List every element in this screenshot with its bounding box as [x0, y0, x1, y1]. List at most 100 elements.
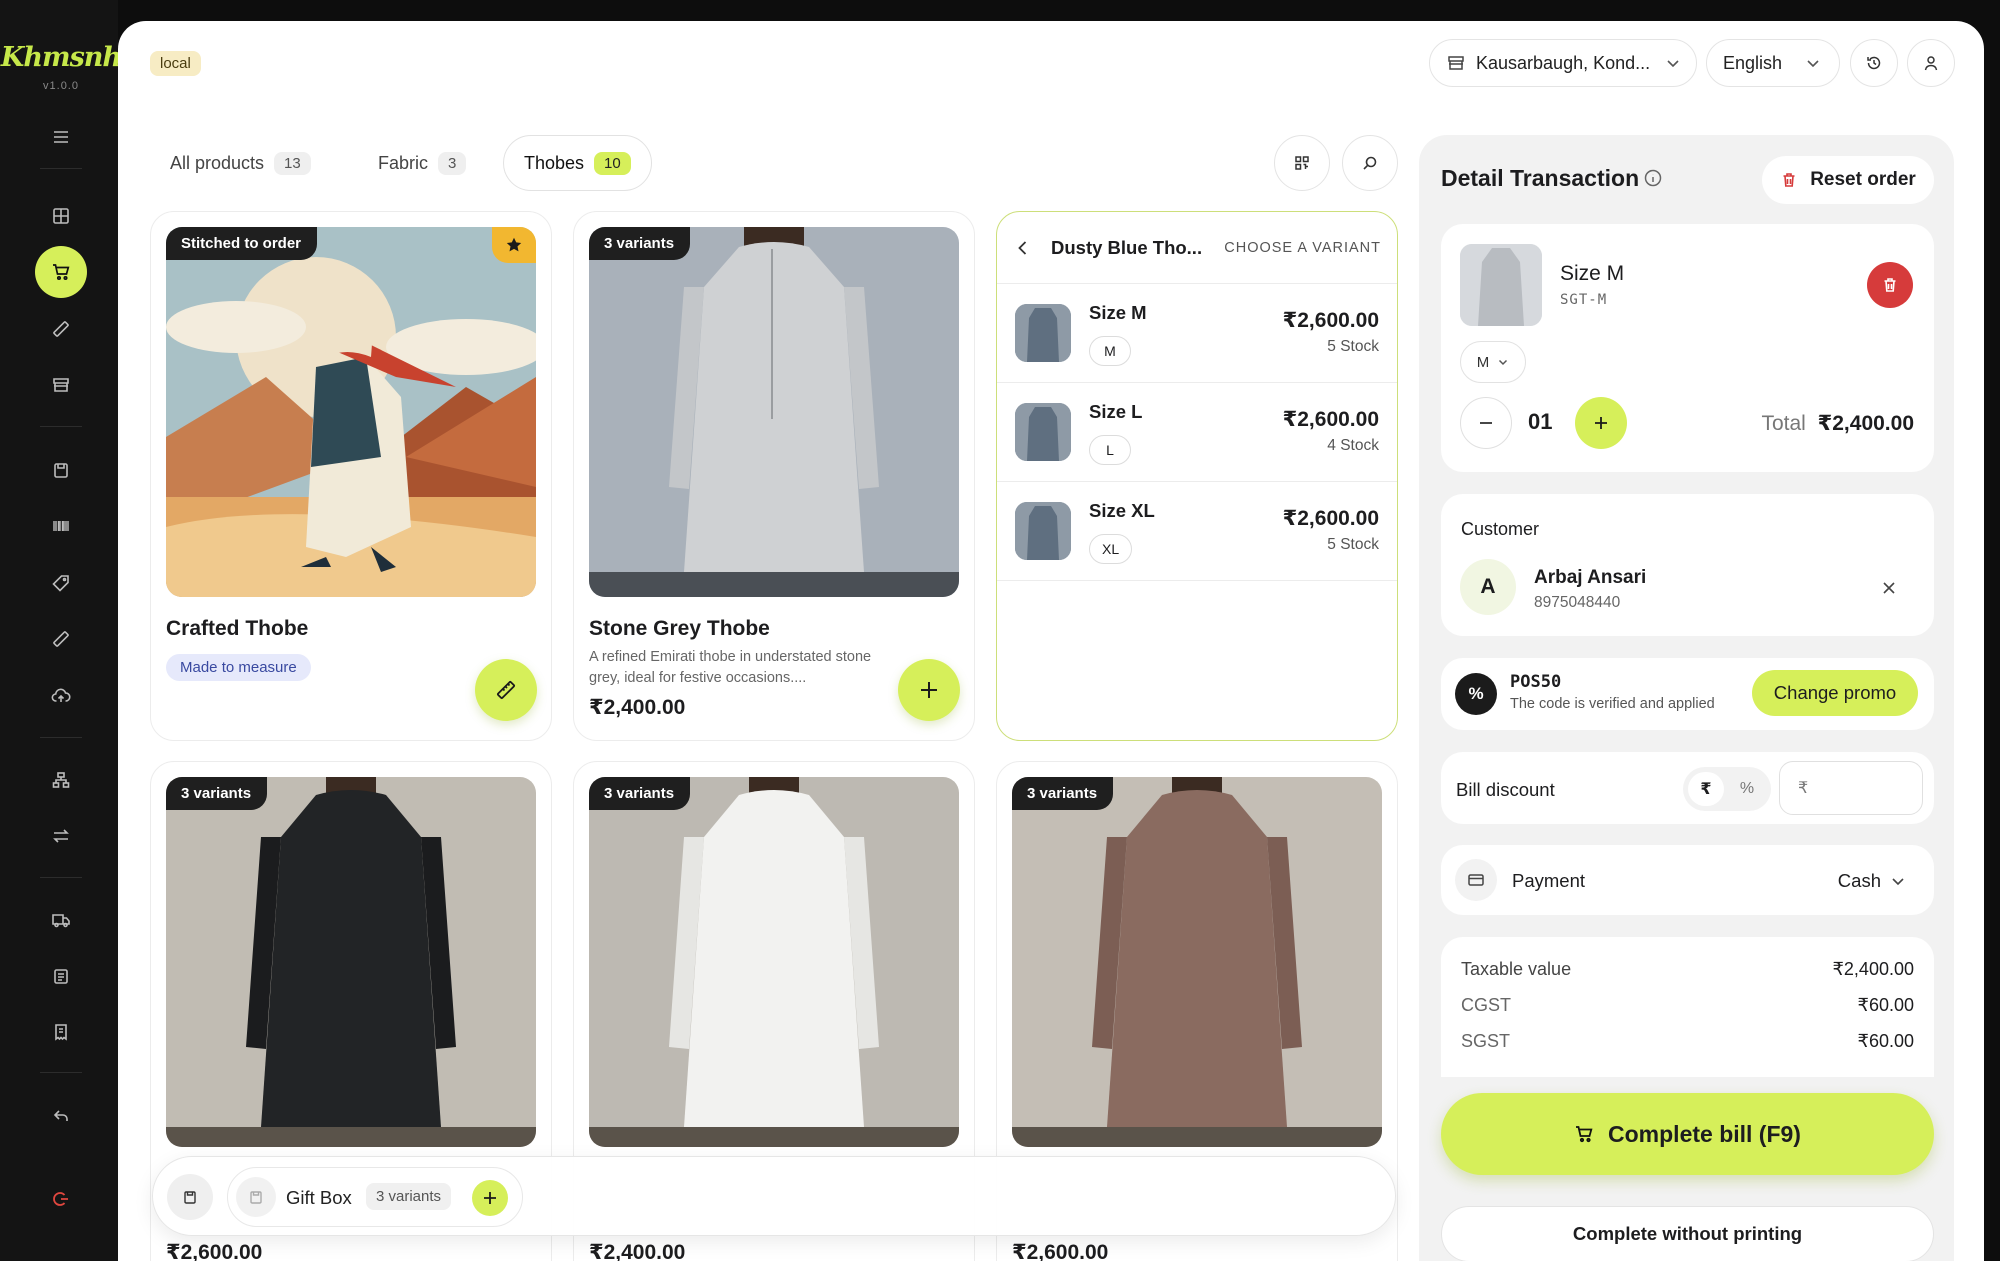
quick-item-name: Gift Box [286, 1187, 352, 1208]
variant-thumbnail [1015, 403, 1071, 461]
variant-size-chip: L [1089, 435, 1131, 465]
package-icon[interactable] [35, 444, 87, 496]
variant-thumbnail [1015, 304, 1071, 362]
main-panel: local Kausarbaugh, Kond... English All p… [118, 21, 1984, 1261]
quick-item-variants: 3 variants [366, 1183, 452, 1210]
variant-row-xl[interactable]: Size XL XL ₹2,600.00 5 Stock [997, 482, 1397, 581]
quantity-value[interactable]: 01 [1528, 409, 1552, 435]
discount-type-currency[interactable]: ₹ [1688, 772, 1724, 806]
discount-type-percent[interactable]: % [1729, 772, 1765, 806]
language-selector[interactable]: English [1706, 39, 1840, 87]
location-selector[interactable]: Kausarbaugh, Kond... [1429, 39, 1697, 87]
product-price: ₹2,600.00 [166, 1241, 263, 1261]
tab-count: 3 [438, 151, 467, 175]
payment-method-select[interactable]: Cash [1838, 870, 1907, 892]
promo-card: % POS50 The code is verified and applied… [1441, 658, 1934, 730]
add-to-cart-button[interactable] [898, 659, 960, 721]
quick-item-gift-box[interactable]: Gift Box 3 variants [227, 1167, 523, 1227]
change-promo-button[interactable]: Change promo [1752, 670, 1918, 716]
made-to-measure-badge: Made to measure [166, 654, 311, 681]
transaction-title: Detail Transaction [1441, 165, 1640, 191]
product-tag: Stitched to order [166, 227, 318, 260]
hierarchy-icon[interactable] [35, 754, 87, 806]
app-logo: Khmsnh [0, 42, 122, 73]
quantity-increase-button[interactable] [1575, 397, 1627, 449]
receipt-icon[interactable] [35, 1006, 87, 1058]
package-icon[interactable] [167, 1174, 213, 1220]
sidebar: Khmsnh v1.0.0 [0, 0, 122, 1261]
reset-order-button[interactable]: Reset order [1762, 156, 1934, 204]
plus-icon [921, 682, 937, 698]
line-item-sku: SGT-M [1560, 292, 1608, 308]
close-icon[interactable] [1880, 579, 1898, 597]
qr-code-icon [1295, 156, 1309, 170]
tab-all-products[interactable]: All products 13 [170, 135, 311, 191]
size-select[interactable]: M [1460, 341, 1526, 383]
store-icon [1448, 56, 1464, 70]
history-button[interactable] [1850, 39, 1898, 87]
bill-discount-input[interactable]: ₹ [1779, 761, 1923, 815]
measure-button[interactable] [475, 659, 537, 721]
clipboard-icon[interactable] [35, 950, 87, 1002]
quantity-decrease-button[interactable] [1460, 397, 1512, 449]
product-tag: 3 variants [166, 777, 268, 810]
search-icon [1363, 156, 1377, 170]
barcode-icon[interactable] [35, 500, 87, 552]
product-card-stone-grey-thobe[interactable]: 3 variants Stone Grey Thobe A refined Em… [573, 211, 975, 741]
variant-thumbnail [1015, 502, 1071, 560]
search-button[interactable] [1342, 135, 1398, 191]
logout-icon[interactable] [35, 1173, 87, 1225]
payment-method-value: Cash [1837, 870, 1881, 891]
tax-value: ₹60.00 [1857, 1031, 1915, 1051]
tab-fabric[interactable]: Fabric 3 [378, 135, 467, 191]
size-select-value: M [1476, 353, 1490, 371]
cloud-upload-icon[interactable] [35, 670, 87, 722]
package-icon [236, 1177, 276, 1217]
tax-row-cgst: CGST ₹60.00 [1461, 995, 1914, 1016]
bill-discount-card: Bill discount ₹ % ₹ [1441, 752, 1934, 824]
variant-price: ₹2,600.00 [1282, 507, 1379, 530]
complete-without-printing-button[interactable]: Complete without printing [1441, 1206, 1934, 1261]
profile-button[interactable] [1907, 39, 1955, 87]
tag-icon[interactable] [35, 557, 87, 609]
measure-tape-icon[interactable] [35, 303, 87, 355]
back-arrow-icon[interactable] [1013, 238, 1033, 258]
complete-bill-button[interactable]: Complete bill (F9) [1441, 1093, 1934, 1175]
tab-label: Thobes [524, 152, 585, 173]
payment-card[interactable]: Payment Cash [1441, 845, 1934, 915]
cart-icon [1576, 1126, 1593, 1143]
app-version: v1.0.0 [43, 80, 79, 92]
variant-row-l[interactable]: Size L L ₹2,600.00 4 Stock [997, 383, 1397, 482]
ruler-icon[interactable] [35, 613, 87, 665]
discount-type-toggle: ₹ % [1683, 767, 1771, 811]
tax-label: SGST [1461, 1031, 1511, 1051]
product-card-crafted-thobe[interactable]: Stitched to order Crafted Thobe Made to … [150, 211, 552, 741]
payment-label: Payment [1512, 870, 1586, 891]
tax-value: ₹2,400.00 [1832, 959, 1914, 979]
chevron-down-icon [1807, 60, 1819, 68]
variant-name: Size XL [1089, 500, 1155, 521]
tab-count: 10 [594, 151, 631, 175]
transaction-panel: Detail Transaction Reset order Size M SG… [1419, 135, 1954, 1261]
variant-row-m[interactable]: Size M M ₹2,600.00 5 Stock [997, 284, 1397, 383]
delivery-truck-icon[interactable] [35, 894, 87, 946]
customer-name: Arbaj Ansari [1534, 567, 1647, 588]
pos-cart-icon[interactable] [35, 246, 87, 298]
undo-icon[interactable] [35, 1090, 87, 1142]
variant-stock: 4 Stock [1327, 437, 1379, 454]
product-name: Stone Grey Thobe [589, 617, 770, 640]
avatar: A [1460, 559, 1516, 615]
qr-scan-button[interactable] [1274, 135, 1330, 191]
line-item-name: Size M [1560, 262, 1625, 285]
transfer-icon[interactable] [35, 810, 87, 862]
info-icon[interactable] [1643, 168, 1663, 188]
dashboard-icon[interactable] [35, 190, 87, 242]
product-image [589, 777, 959, 1147]
remove-item-button[interactable] [1867, 262, 1913, 308]
tab-thobes[interactable]: Thobes 10 [503, 135, 652, 191]
menu-icon[interactable] [35, 111, 87, 163]
line-item-thumbnail [1460, 244, 1542, 326]
product-tag: 3 variants [589, 227, 691, 260]
store-icon[interactable] [35, 359, 87, 411]
quick-add-button[interactable] [472, 1180, 508, 1216]
